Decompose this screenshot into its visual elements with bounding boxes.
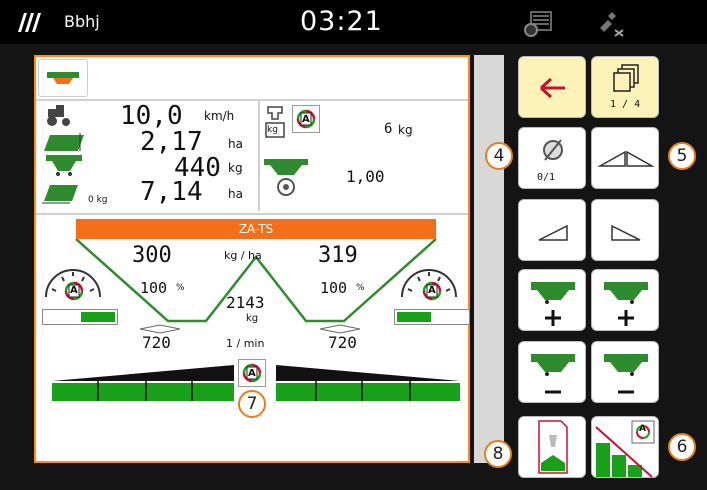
- left-rate-minus-button[interactable]: [518, 341, 586, 403]
- pct-left-unit: %: [176, 283, 185, 293]
- auto-right-label: A: [428, 285, 436, 296]
- auto-left-label: A: [70, 285, 78, 296]
- auto-left-icon[interactable]: A: [62, 279, 86, 303]
- pct-right-unit: %: [356, 283, 365, 293]
- spreader-title: ZA-TS: [238, 222, 274, 236]
- spreader-title-bar: ZA-TS: [76, 219, 436, 239]
- area2-value: 7,14: [140, 177, 203, 207]
- callout-7: 7: [238, 390, 266, 418]
- section-control-button[interactable]: A: [591, 416, 659, 478]
- auto-right-icon[interactable]: A: [420, 279, 444, 303]
- spreader-mass-icon: [44, 153, 84, 181]
- page-indicator: 1 / 4: [610, 99, 641, 110]
- rate-left: 300: [132, 243, 172, 268]
- rpm-unit: 1 / min: [226, 337, 265, 350]
- mass-unit: kg: [228, 161, 243, 175]
- document-fill-icon: [538, 420, 568, 474]
- left-rate-plus-button[interactable]: [518, 269, 586, 331]
- right-rate-minus-button[interactable]: [591, 341, 659, 403]
- counter-label: 0/1: [537, 172, 556, 183]
- kg-icon-label: kg: [267, 125, 278, 135]
- area2-unit: ha: [228, 187, 243, 201]
- section-control-auto-label: A: [639, 424, 646, 434]
- gps-receiver-icon: [521, 8, 555, 42]
- weigh-cell-icon: kg: [264, 105, 286, 139]
- rpm-left: 720: [142, 333, 171, 352]
- factor-value: 1,00: [346, 167, 385, 186]
- profile-name: Bbhj: [64, 12, 100, 31]
- callout-5: 5: [668, 142, 696, 170]
- both-wedges-icon: [597, 150, 655, 167]
- pct-right: 100: [320, 279, 348, 297]
- spreader-plus-icon: [531, 282, 575, 326]
- fill-bar-left-level: [81, 312, 115, 322]
- auto-weigh-icon: A: [292, 105, 320, 133]
- machine-selector[interactable]: [38, 59, 88, 97]
- speed-unit: km/h: [204, 109, 235, 123]
- side-scroll-strip: [474, 55, 504, 463]
- pct-left: 100: [140, 279, 168, 297]
- disc-off-icon: [543, 139, 563, 161]
- both-sides-button[interactable]: [591, 127, 659, 189]
- tractor-icon: [42, 105, 76, 131]
- left-wedge-icon: [538, 224, 568, 241]
- right-wedge-icon: [611, 224, 641, 241]
- area1-unit: ha: [228, 137, 243, 151]
- section-control-icon: [595, 420, 655, 478]
- rpm-right: 720: [328, 333, 357, 352]
- spreader-plus-icon: [604, 282, 648, 326]
- rate-right: 319: [318, 243, 358, 268]
- right-rate-plus-button[interactable]: [591, 269, 659, 331]
- weigh-value: 6: [384, 121, 393, 137]
- page-switch-button[interactable]: 1 / 4: [591, 56, 659, 118]
- right-side-button[interactable]: [591, 199, 659, 261]
- calibration-factor-icon: [262, 157, 310, 203]
- left-side-button[interactable]: [518, 199, 586, 261]
- total-value: 2143: [226, 293, 265, 312]
- back-button[interactable]: [518, 56, 586, 118]
- field-area-zero-icon: [40, 181, 88, 209]
- auto-weigh-label: A: [302, 114, 310, 125]
- total-unit: kg: [246, 313, 259, 324]
- rate-unit: kg / ha: [224, 249, 262, 262]
- callout-8: 8: [484, 440, 512, 468]
- terminal-menu-icon[interactable]: [12, 10, 48, 38]
- clock: 03:21: [300, 6, 383, 37]
- arrow-left-icon: [539, 77, 565, 99]
- spreader-minus-icon: [531, 354, 575, 394]
- satellite-off-icon: [594, 8, 628, 42]
- weigh-unit: kg: [398, 123, 413, 137]
- spreader-minus-icon: [604, 354, 648, 394]
- status-bar: Bbhj 03:21: [0, 0, 707, 44]
- documentation-button[interactable]: [518, 416, 586, 478]
- section-counter-button[interactable]: 0/1: [518, 127, 586, 189]
- callout-6: 6: [668, 433, 696, 461]
- fill-bar-right: [394, 309, 470, 325]
- fill-bar-left: [42, 309, 118, 325]
- pages-icon: [613, 64, 639, 92]
- callout-4: 4: [485, 142, 513, 170]
- fill-bar-right-level: [397, 312, 431, 322]
- zero-kg-label: 0 kg: [88, 195, 108, 205]
